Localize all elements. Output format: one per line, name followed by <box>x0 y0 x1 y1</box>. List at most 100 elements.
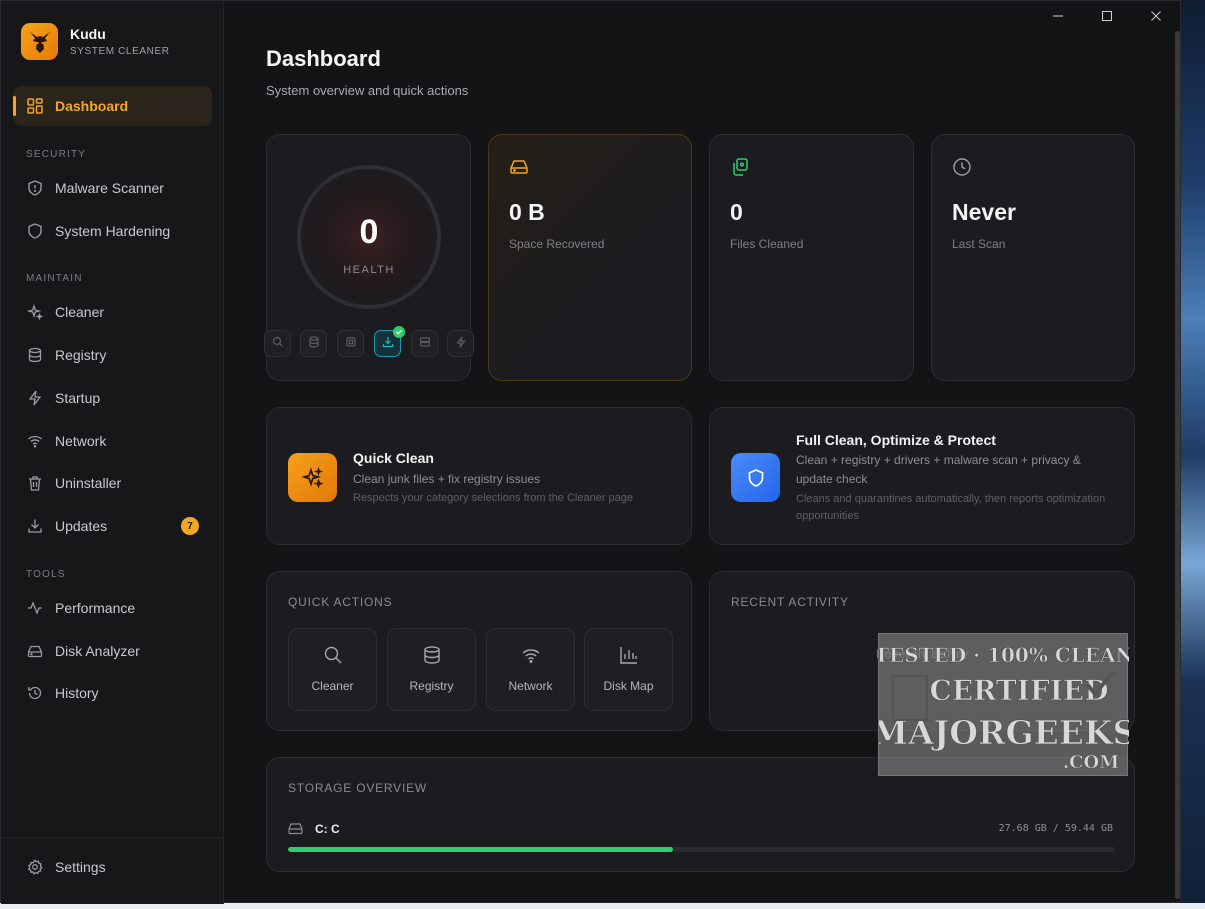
scan-status-search <box>264 330 291 357</box>
quick-clean-note: Respects your category selections from t… <box>353 492 634 504</box>
wifi-icon <box>26 433 43 450</box>
check-icon <box>393 326 405 338</box>
health-card: 0 HEALTH <box>264 134 474 381</box>
watermark-line2: CERTIFIED <box>930 674 1109 707</box>
sidebar-item-uninstaller[interactable]: Uninstaller <box>13 463 212 503</box>
sidebar-item-label: System Hardening <box>55 223 171 239</box>
section-tools: TOOLS <box>26 569 66 580</box>
stat-card-space-recovered: 0 B Space Recovered <box>488 134 692 381</box>
sidebar-item-system-hardening[interactable]: System Hardening <box>13 211 212 251</box>
quick-clean-title: Quick Clean <box>353 450 434 466</box>
full-clean-card[interactable]: Full Clean, Optimize & Protect Clean + r… <box>709 407 1135 545</box>
sidebar-item-label: Startup <box>55 390 101 406</box>
sidebar-item-dashboard[interactable]: Dashboard <box>13 86 212 126</box>
scan-status-drivers <box>337 330 364 357</box>
sidebar-item-label: Malware Scanner <box>55 180 164 196</box>
section-security: SECURITY <box>26 149 87 160</box>
sidebar-item-history[interactable]: History <box>13 673 212 713</box>
sidebar-item-label: Settings <box>55 859 106 875</box>
minimize-button[interactable] <box>1047 5 1069 27</box>
app-name: Kudu <box>70 26 106 42</box>
clock-icon <box>952 157 972 177</box>
download-icon <box>26 518 43 535</box>
hard-drive-icon <box>26 643 43 660</box>
maximize-button[interactable] <box>1096 5 1118 27</box>
shield-icon <box>731 453 780 502</box>
trash-icon <box>26 475 43 492</box>
grid-icon <box>26 98 43 115</box>
sidebar-item-updates[interactable]: Updates 7 <box>13 506 212 546</box>
lightning-icon <box>455 335 467 353</box>
sidebar-item-malware-scanner[interactable]: Malware Scanner <box>13 168 212 208</box>
history-icon <box>26 685 43 702</box>
health-ring: 0 HEALTH <box>297 165 441 309</box>
app-window: Kudu SYSTEM CLEANER Dashboard SECURITY M… <box>0 0 1181 904</box>
stat-card-last-scan: Never Last Scan <box>931 134 1135 381</box>
quick-action-label: Disk Map <box>603 679 654 693</box>
drive-usage-bar <box>288 847 1115 852</box>
shield-icon <box>26 223 43 240</box>
sidebar-item-startup[interactable]: Startup <box>13 378 212 418</box>
sidebar-item-label: Cleaner <box>55 304 105 320</box>
wifi-icon <box>487 645 574 665</box>
sidebar: Kudu SYSTEM CLEANER Dashboard SECURITY M… <box>1 1 224 904</box>
stat-card-files-cleaned: 0 Files Cleaned <box>709 134 914 381</box>
page-subtitle: System overview and quick actions <box>266 83 469 98</box>
full-clean-note: Cleans and quarantines automatically, th… <box>796 493 1106 522</box>
scan-status-startup <box>411 330 438 357</box>
sidebar-item-performance[interactable]: Performance <box>13 588 212 628</box>
scan-status-updates <box>374 326 405 357</box>
last-scan-label: Last Scan <box>952 237 1006 251</box>
quick-action-network[interactable]: Network <box>486 628 575 711</box>
hard-drive-icon <box>288 822 303 840</box>
quick-actions-panel: QUICK ACTIONS Cleaner Registry Network D… <box>266 571 692 731</box>
gear-icon <box>26 859 43 876</box>
lightning-icon <box>26 390 43 407</box>
drive-usage-fill <box>288 847 674 852</box>
download-icon <box>382 335 394 353</box>
files-icon <box>730 157 750 177</box>
database-icon <box>388 645 475 665</box>
sparkles-icon <box>288 453 337 502</box>
recent-activity-header: RECENT ACTIVITY <box>731 595 849 609</box>
sidebar-item-settings[interactable]: Settings <box>13 847 212 887</box>
sidebar-divider <box>1 837 224 838</box>
health-score: 0 <box>359 213 379 251</box>
sidebar-item-label: Uninstaller <box>55 475 122 491</box>
sidebar-item-label: Dashboard <box>55 98 129 114</box>
bar-chart-icon <box>585 645 672 665</box>
activity-icon <box>26 600 43 617</box>
database-icon <box>308 335 320 353</box>
watermark-line3: MAJORGEEKS <box>879 713 1129 752</box>
majorgeeks-watermark: TESTED · 100% CLEAN CERTIFIED MAJORGEEKS… <box>878 633 1129 776</box>
search-icon <box>272 335 284 353</box>
quick-actions-header: QUICK ACTIONS <box>288 595 393 609</box>
sidebar-item-registry[interactable]: Registry <box>13 335 212 375</box>
desktop-background <box>1180 0 1205 909</box>
space-recovered-value: 0 B <box>509 199 545 225</box>
sidebar-item-disk-analyzer[interactable]: Disk Analyzer <box>13 631 212 671</box>
drive-label: C: C <box>315 822 340 836</box>
sidebar-item-cleaner[interactable]: Cleaner <box>13 292 212 332</box>
full-clean-title: Full Clean, Optimize & Protect <box>796 432 996 448</box>
sidebar-item-label: Disk Analyzer <box>55 643 140 659</box>
page-title: Dashboard <box>266 46 381 71</box>
sparkles-icon <box>26 304 43 321</box>
shield-alert-icon <box>26 180 43 197</box>
brand: Kudu SYSTEM CLEANER <box>21 23 170 60</box>
sidebar-item-network[interactable]: Network <box>13 421 212 461</box>
hard-drive-icon <box>509 157 529 177</box>
quick-action-cleaner[interactable]: Cleaner <box>288 628 377 711</box>
scan-status-performance <box>447 330 474 357</box>
watermark-line1: TESTED · 100% CLEAN <box>879 643 1129 667</box>
chip-icon <box>345 335 357 353</box>
kudu-logo-icon <box>21 23 58 60</box>
vertical-scrollbar[interactable] <box>1175 31 1180 899</box>
close-button[interactable] <box>1145 5 1167 27</box>
full-clean-description: Clean + registry + drivers + malware sca… <box>796 453 1081 486</box>
files-cleaned-label: Files Cleaned <box>730 237 804 251</box>
last-scan-value: Never <box>952 199 1016 225</box>
quick-action-disk-map[interactable]: Disk Map <box>584 628 673 711</box>
quick-action-registry[interactable]: Registry <box>387 628 476 711</box>
quick-clean-card[interactable]: Quick Clean Clean junk files + fix regis… <box>266 407 692 545</box>
